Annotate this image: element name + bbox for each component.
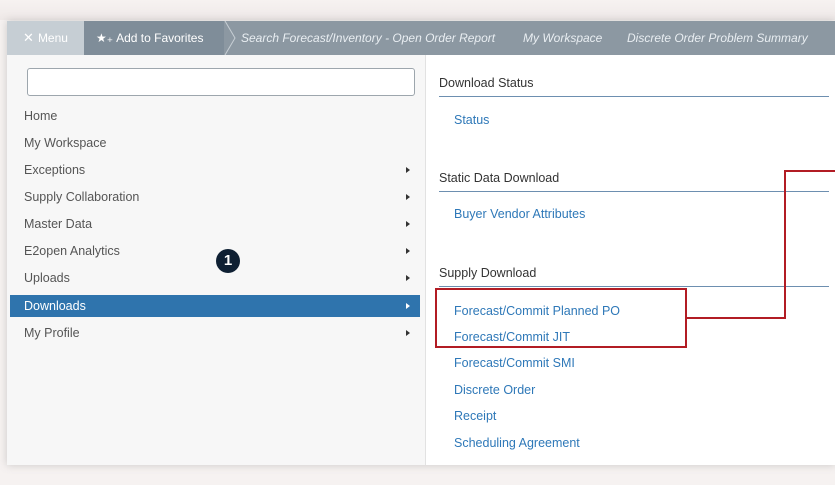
menu-button[interactable]: ✕ Menu (7, 21, 84, 55)
breadcrumb-my-workspace[interactable]: My Workspace (523, 21, 602, 55)
sidebar-item-exceptions[interactable]: Exceptions (10, 159, 420, 181)
highlight-box (435, 288, 687, 348)
link-scheduling-agreement[interactable]: Scheduling Agreement (454, 436, 580, 450)
sidebar-item-label: Downloads (24, 299, 86, 313)
app-window: ✕ Menu ★₊ Add to Favorites Search Forecast… (7, 21, 835, 465)
submenu-arrow-icon (406, 221, 410, 227)
favorites-label: Add to Favorites (116, 31, 204, 45)
highlight-connector-line (784, 170, 835, 172)
section-header-supply-download: Supply Download (439, 266, 829, 287)
submenu-arrow-icon (406, 248, 410, 254)
step-callout-badge: 1 (216, 249, 240, 273)
section-header-static-data-download: Static Data Download (439, 171, 829, 192)
breadcrumb-search-forecast[interactable]: Search Forecast/Inventory - Open Order R… (241, 21, 495, 55)
sidebar-item-label: My Workspace (24, 136, 107, 150)
link-status[interactable]: Status (454, 113, 489, 127)
sidebar-item-master-data[interactable]: Master Data (10, 213, 420, 235)
breadcrumb-discrete-order-problem-summary[interactable]: Discrete Order Problem Summary (627, 21, 808, 55)
submenu-arrow-icon (406, 275, 410, 281)
link-discrete-order[interactable]: Discrete Order (454, 383, 535, 397)
submenu-arrow-icon (406, 303, 410, 309)
menu-label: Menu (37, 31, 68, 45)
submenu-arrow-icon (406, 194, 410, 200)
link-buyer-vendor-attributes[interactable]: Buyer Vendor Attributes (454, 207, 585, 221)
sidebar-item-uploads[interactable]: Uploads (10, 267, 420, 289)
star-plus-icon: ★₊ (96, 31, 114, 45)
sidebar-item-my-profile[interactable]: My Profile (10, 322, 420, 344)
top-navigation-bar: ✕ Menu ★₊ Add to Favorites Search Forecast… (7, 21, 835, 55)
sidebar-item-supply-collaboration[interactable]: Supply Collaboration (10, 186, 420, 208)
breadcrumb-separator-icon (224, 21, 236, 55)
sidebar-item-label: Home (24, 109, 58, 123)
sidebar-item-label: Uploads (24, 271, 70, 285)
sidebar-item-label: E2open Analytics (24, 244, 120, 258)
submenu-panel: Download Status Status Static Data Downl… (425, 55, 835, 465)
menu-search-input[interactable] (27, 68, 415, 96)
highlight-connector-line (784, 170, 786, 319)
sidebar-item-label: Master Data (24, 217, 93, 231)
sidebar-item-e2open-analytics[interactable]: E2open Analytics (10, 240, 420, 262)
sidebar-item-home[interactable]: Home (10, 105, 420, 127)
sidebar-item-label: My Profile (24, 326, 80, 340)
submenu-arrow-icon (406, 167, 410, 173)
link-forecast-commit-smi[interactable]: Forecast/Commit SMI (454, 356, 575, 370)
page-backdrop (0, 0, 835, 20)
submenu-arrow-icon (406, 330, 410, 336)
sidebar-item-label: Exceptions (24, 163, 86, 177)
section-header-download-status: Download Status (439, 76, 829, 97)
sidebar-item-label: Supply Collaboration (24, 190, 140, 204)
highlight-connector-line (687, 317, 786, 319)
link-receipt[interactable]: Receipt (454, 409, 496, 423)
close-icon: ✕ (23, 30, 34, 45)
sidebar-item-my-workspace[interactable]: My Workspace (10, 132, 420, 154)
add-to-favorites-button[interactable]: ★₊ Add to Favorites (84, 21, 224, 55)
sidebar-item-downloads[interactable]: Downloads (10, 295, 420, 317)
